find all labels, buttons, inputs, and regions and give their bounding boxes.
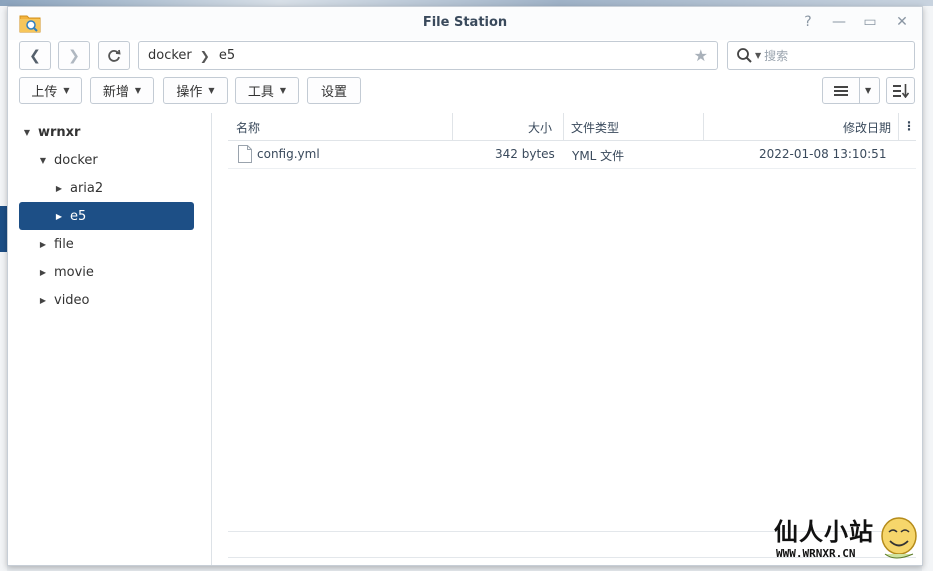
forward-button[interactable]: ❯	[58, 41, 90, 70]
chevron-right-icon[interactable]: ▶	[38, 268, 48, 277]
background-window-right	[922, 6, 933, 571]
chevron-down-icon: ▼	[63, 86, 70, 95]
chevron-left-icon: ❮	[29, 47, 41, 64]
list-header: 名称 大小 文件类型 修改日期 ⋮	[228, 113, 916, 141]
file-station-window: File Station ? — ▭ ✕ ❮ ❯ docker ❯ e5 ★ ▼…	[7, 6, 923, 566]
sort-icon	[892, 83, 909, 98]
watermark-title: 仙人小站	[774, 518, 874, 546]
window-title: File Station	[422, 15, 508, 30]
column-options-icon[interactable]: ⋮	[903, 119, 915, 133]
divider	[859, 78, 860, 103]
tree-item-docker[interactable]: ▼ docker	[38, 146, 98, 174]
tree-item-aria2[interactable]: ▶ aria2	[54, 174, 103, 202]
tree-item-label: aria2	[70, 180, 104, 196]
divider	[703, 113, 704, 140]
close-icon[interactable]: ✕	[893, 14, 911, 30]
path-bar[interactable]: docker ❯ e5 ★	[138, 41, 718, 70]
tree-item-video[interactable]: ▶ video	[38, 286, 90, 314]
search-placeholder: 搜索	[764, 49, 789, 63]
file-modified: 2022-01-08 13:10:51	[759, 147, 887, 161]
chevron-right-icon: ❯	[199, 48, 210, 63]
search-icon	[737, 47, 752, 63]
chevron-down-icon: ▼	[865, 86, 872, 95]
action-button-label: 操作	[176, 85, 203, 100]
refresh-icon	[108, 49, 121, 62]
smiley-face-icon	[881, 517, 917, 559]
folder-tree: ▼ wrnxr ▼ docker ▶ aria2 ▶ e5 ▶ file ▶ m…	[8, 113, 212, 565]
create-button-label: 新增	[102, 85, 129, 100]
tree-item-label: e5	[70, 208, 87, 224]
chevron-right-icon: ❯	[68, 47, 80, 64]
tree-item-label: file	[54, 236, 74, 252]
file-size: 342 bytes	[495, 147, 555, 161]
breadcrumb-docker[interactable]: docker	[139, 48, 192, 63]
star-icon[interactable]: ★	[694, 46, 708, 65]
file-list: 名称 大小 文件类型 修改日期 ⋮ config.yml 342 bytes Y…	[228, 113, 916, 565]
tree-item-label: wrnxr	[38, 124, 81, 140]
chevron-right-icon[interactable]: ▶	[38, 240, 48, 249]
sort-button[interactable]	[886, 77, 915, 104]
action-button[interactable]: 操作 ▼	[163, 77, 228, 104]
search-input[interactable]: ▼ 搜索	[727, 41, 915, 70]
divider	[563, 113, 564, 140]
tree-item-label: docker	[54, 152, 98, 168]
file-name: config.yml	[257, 147, 320, 161]
column-header-modified[interactable]: 修改日期	[843, 119, 891, 136]
chevron-down-icon[interactable]: ▼	[38, 156, 48, 165]
refresh-button[interactable]	[98, 41, 130, 70]
background-selection	[0, 206, 7, 252]
chevron-down-icon: ▼	[134, 86, 142, 95]
column-header-name[interactable]: 名称	[236, 119, 260, 136]
upload-button[interactable]: 上传 ▼	[19, 77, 82, 104]
tools-button-label: 工具	[247, 85, 274, 100]
view-mode-button[interactable]: ▼	[822, 77, 880, 104]
tree-item-movie[interactable]: ▶ movie	[38, 258, 94, 286]
divider	[452, 113, 453, 140]
watermark-logo: 仙人小站 WWW.WRNXR.CN	[774, 512, 924, 564]
tools-button[interactable]: 工具 ▼	[235, 77, 299, 104]
file-icon	[238, 145, 252, 163]
column-header-size[interactable]: 大小	[528, 119, 552, 136]
chevron-right-icon[interactable]: ▶	[54, 184, 64, 193]
tree-item-e5[interactable]: ▶ e5	[19, 202, 194, 230]
help-icon[interactable]: ?	[799, 14, 817, 30]
create-button[interactable]: 新增 ▼	[90, 77, 154, 104]
watermark-url: WWW.WRNXR.CN	[776, 547, 856, 560]
maximize-icon[interactable]: ▭	[861, 14, 879, 30]
tree-item-wrnxr[interactable]: ▼ wrnxr	[22, 118, 81, 146]
upload-button-label: 上传	[31, 85, 58, 100]
chevron-right-icon[interactable]: ▶	[54, 212, 64, 221]
chevron-right-icon[interactable]: ▶	[38, 296, 48, 305]
tree-item-file[interactable]: ▶ file	[38, 230, 74, 258]
tree-item-label: video	[54, 292, 90, 308]
table-row[interactable]: config.yml 342 bytes YML 文件 2022-01-08 1…	[228, 141, 916, 169]
tree-item-label: movie	[54, 264, 94, 280]
file-type: YML 文件	[572, 149, 625, 163]
search-options-chevron-icon[interactable]: ▼	[755, 51, 761, 60]
breadcrumb-e5[interactable]: e5	[210, 48, 235, 63]
list-view-icon	[834, 85, 848, 96]
minimize-icon[interactable]: —	[830, 14, 848, 30]
chevron-down-icon: ▼	[208, 86, 215, 95]
background-window-left	[0, 6, 7, 571]
divider	[898, 113, 899, 140]
back-button[interactable]: ❮	[19, 41, 51, 70]
title-bar[interactable]: File Station ? — ▭ ✕	[8, 7, 922, 40]
chevron-down-icon[interactable]: ▼	[22, 128, 32, 137]
settings-button-label: 设置	[320, 85, 347, 100]
chevron-down-icon: ▼	[279, 86, 287, 95]
column-header-type[interactable]: 文件类型	[571, 119, 619, 136]
settings-button[interactable]: 设置	[307, 77, 361, 104]
